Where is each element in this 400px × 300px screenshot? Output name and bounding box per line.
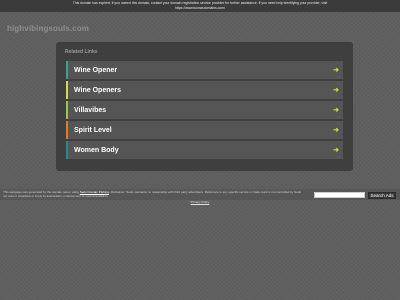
related-link-label: Wine Openers: [74, 86, 122, 94]
domain-title: highvibingsouls.com: [7, 24, 89, 33]
related-link-label: Wine Opener: [74, 66, 118, 74]
search-ads-button[interactable]: Search Ads: [368, 192, 396, 199]
expired-notice-bar: This domain has expired. If you owned th…: [0, 0, 400, 12]
arrow-right-icon: ➜: [333, 146, 339, 154]
arrow-right-icon: ➜: [333, 86, 339, 94]
related-link-label: Spirit Level: [74, 126, 112, 134]
related-link-label: Villavibes: [74, 106, 107, 114]
notice-link[interactable]: https://www.tucowsdomains.com/: [0, 6, 400, 11]
related-link-wine-opener[interactable]: Wine Opener ➜: [66, 61, 343, 79]
related-link-wine-openers[interactable]: Wine Openers ➜: [66, 81, 343, 99]
arrow-right-icon: ➜: [333, 66, 339, 74]
related-links-title: Related Links: [65, 49, 98, 55]
search-ads-input[interactable]: [314, 192, 365, 198]
arrow-right-icon: ➜: [333, 126, 339, 134]
privacy-policy-link[interactable]: Privacy Policy: [0, 200, 400, 204]
related-link-label: Women Body: [74, 146, 119, 154]
related-link-villavibes[interactable]: Villavibes ➜: [66, 101, 343, 119]
related-link-spirit-level[interactable]: Spirit Level ➜: [66, 121, 343, 139]
arrow-right-icon: ➜: [333, 106, 339, 114]
disclaimer-text: This webpage was generated by the domain…: [3, 190, 303, 198]
related-link-women-body[interactable]: Women Body ➜: [66, 141, 343, 159]
